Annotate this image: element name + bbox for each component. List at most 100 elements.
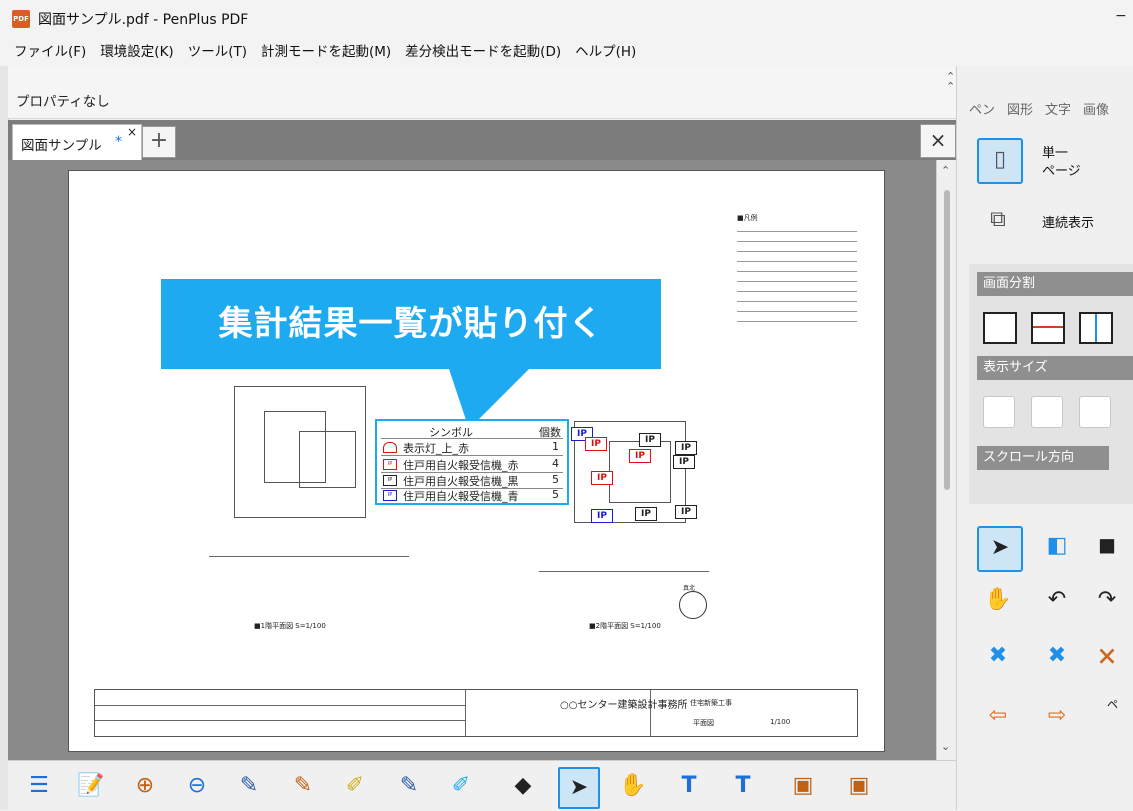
menu-settings[interactable]: 環境設定(K) xyxy=(86,38,173,66)
zoom-in-icon[interactable]: ⊕ xyxy=(126,767,164,805)
pen-2-icon[interactable]: ✎ xyxy=(284,767,322,805)
tab-pen[interactable]: ペン xyxy=(957,96,995,126)
continuous-pages-icon[interactable]: ⧉ xyxy=(977,200,1019,240)
single-page-button[interactable]: ▯ xyxy=(977,138,1023,184)
text-tool-icon[interactable]: T xyxy=(670,767,708,805)
pdf-page[interactable]: ■凡例 ■1階平面図 S=1/100 ■2階平面図 S=1/100 IP IP … xyxy=(68,170,885,752)
continuous-label[interactable]: 連続表示 xyxy=(1042,212,1094,231)
highlighter-icon[interactable]: ✐ xyxy=(336,767,374,805)
symbol-count-table[interactable]: シンボル 個数 表示灯_上_赤 1 IP 住戸用自火報受信機_赤 4 IP 住戸… xyxy=(375,419,569,505)
size-header: 表示サイズ xyxy=(977,356,1133,380)
callout-text: 集計結果一覧が貼り付く xyxy=(218,304,604,344)
add-tab-button[interactable]: + xyxy=(142,126,176,158)
north-arrow-icon xyxy=(679,591,707,619)
ip-red-icon: IP xyxy=(383,459,397,470)
bring-front-icon[interactable]: ◧ xyxy=(1037,526,1077,566)
ip-blue-icon: IP xyxy=(383,490,397,501)
marker-2-icon[interactable]: ✐ xyxy=(442,767,480,805)
ip-symbol[interactable]: IP xyxy=(675,441,697,455)
ip-symbol[interactable]: IP xyxy=(639,433,661,447)
minimize-button[interactable]: − xyxy=(1115,8,1127,24)
plan2-caption: ■2階平面図 S=1/100 xyxy=(589,622,661,630)
tab-shape[interactable]: 図形 xyxy=(995,96,1033,126)
edit-document-icon[interactable]: 📝 xyxy=(72,767,110,805)
menu-file[interactable]: ファイル(F) xyxy=(0,38,86,66)
scroll-direction-dropdown[interactable]: スクロール方向 xyxy=(977,446,1109,470)
close-document-button[interactable]: × xyxy=(920,124,956,158)
tab-document-label: 図面サンプル xyxy=(21,138,102,154)
pen-1-icon[interactable]: ✎ xyxy=(230,767,268,805)
split-none-button[interactable] xyxy=(983,312,1017,344)
document-viewport[interactable]: ■凡例 ■1階平面図 S=1/100 ■2階平面図 S=1/100 IP IP … xyxy=(8,160,936,760)
tab-text[interactable]: 文字 xyxy=(1033,96,1071,126)
split-horizontal-button[interactable] xyxy=(1031,312,1065,344)
text-box-icon[interactable]: T xyxy=(724,767,762,805)
ip-symbol[interactable]: IP xyxy=(675,505,697,519)
delete-file-icon[interactable]: 🗙 xyxy=(1087,636,1127,676)
delete-page-icon[interactable]: ✖ xyxy=(977,636,1019,676)
single-page-label-line2: ページ xyxy=(1042,164,1081,179)
fit-height-icon[interactable] xyxy=(1079,396,1111,428)
select-cursor-button[interactable]: ➤ xyxy=(558,767,600,809)
send-back-icon[interactable]: ◼ xyxy=(1087,526,1127,566)
symbol-count: 5 xyxy=(552,473,559,486)
menu-diff-mode[interactable]: 差分検出モードを起動(D) xyxy=(391,38,561,66)
scroll-up-icon[interactable]: ⌃ xyxy=(941,164,950,177)
ip-symbol[interactable]: IP xyxy=(591,509,613,523)
cursor-icon: ➤ xyxy=(990,535,1010,560)
menu-tools[interactable]: ツール(T) xyxy=(174,38,247,66)
symbol-name: 表示灯_上_赤 xyxy=(403,442,469,455)
delete-page-2-icon[interactable]: ✖ xyxy=(1037,636,1077,676)
legend-title: ■凡例 xyxy=(737,214,758,222)
hand-icon[interactable]: ✋ xyxy=(977,580,1019,620)
fit-width-icon[interactable] xyxy=(1031,396,1063,428)
office-name: ○○センター建築設計事務所 xyxy=(560,700,688,711)
title-bar: PDF 図面サンプル.pdf - PenPlus PDF − xyxy=(0,0,1133,38)
scroll-down-icon[interactable]: ⌄ xyxy=(941,740,950,753)
tab-document[interactable]: 図面サンプル * × xyxy=(12,124,142,161)
indicator-lamp-icon xyxy=(383,442,397,453)
ip-symbol[interactable]: IP xyxy=(591,471,613,485)
vertical-scrollbar[interactable]: ⌃ ⌄ xyxy=(936,160,957,760)
ip-symbol[interactable]: IP xyxy=(635,507,657,521)
sheet-name: 平面図 xyxy=(693,719,714,727)
symbol-count: 1 xyxy=(552,440,559,453)
single-page-label-line1: 単一 xyxy=(1042,146,1069,161)
frame-tool-icon[interactable]: ▣ xyxy=(784,767,822,805)
table-row: IP 住戸用自火報受信機_青 5 xyxy=(381,488,563,503)
insert-page-after-icon[interactable]: ⇨ xyxy=(1037,696,1077,736)
frame-resize-icon[interactable]: ▣ xyxy=(840,767,878,805)
split-vertical-button[interactable] xyxy=(1079,312,1113,344)
insert-page-before-icon[interactable]: ⇦ xyxy=(977,696,1019,736)
title-block: ○○センター建築設計事務所 住宅新築工事 平面図 1/100 xyxy=(94,689,858,737)
tab-image[interactable]: 画像 xyxy=(1071,96,1109,126)
pan-hand-icon[interactable]: ✋ xyxy=(614,767,652,805)
menu-help[interactable]: ヘルプ(H) xyxy=(561,38,636,66)
properties-label: プロパティなし xyxy=(16,94,110,110)
unsaved-indicator: * xyxy=(115,134,122,150)
sheet-scale: 1/100 xyxy=(770,718,791,726)
redo-icon[interactable]: ↷ xyxy=(1087,580,1127,620)
select-tool-button[interactable]: ➤ xyxy=(977,526,1023,572)
menu-icon[interactable]: ☰ xyxy=(20,767,58,805)
marker-1-icon[interactable]: ✎ xyxy=(390,767,428,805)
symbol-count: 4 xyxy=(552,457,559,470)
ip-symbol[interactable]: IP xyxy=(585,437,607,451)
table-row: IP 住戸用自火報受信機_黒 5 xyxy=(381,473,563,488)
scroll-thumb[interactable] xyxy=(944,190,950,490)
ip-symbol[interactable]: IP xyxy=(629,449,651,463)
tab-close-button[interactable]: × xyxy=(127,125,137,139)
undo-icon[interactable]: ↶ xyxy=(1037,580,1077,620)
bottom-toolbar: ☰ 📝 ⊕ ⊖ ✎ ✎ ✐ ✎ ✐ ◆ ➤ ✋ T T ▣ ▣ xyxy=(8,760,956,811)
zoom-100-icon[interactable] xyxy=(983,396,1015,428)
collapse-icon[interactable]: ⌃ ⌃ xyxy=(946,71,955,92)
page-number-label: ペ xyxy=(1107,698,1118,711)
menu-measure-mode[interactable]: 計測モードを起動(M) xyxy=(247,38,391,66)
table-row: IP 住戸用自火報受信機_赤 4 xyxy=(381,457,563,472)
eraser-icon[interactable]: ◆ xyxy=(504,767,542,805)
right-panel: ペン 図形 文字 画像 ▯ 単一 ページ ⧉ 連続表示 画面分割 表示サイズ ス… xyxy=(956,66,1133,810)
window-title: 図面サンプル.pdf - PenPlus PDF xyxy=(38,12,249,28)
table-row: 表示灯_上_赤 1 xyxy=(381,440,563,455)
ip-symbol[interactable]: IP xyxy=(673,455,695,469)
zoom-out-icon[interactable]: ⊖ xyxy=(178,767,216,805)
